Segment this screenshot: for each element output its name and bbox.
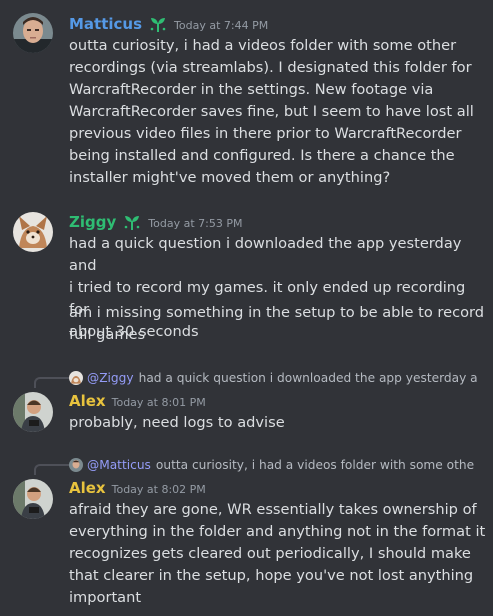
reply-reference[interactable]: @Matticus outta curiosity, i had a video… — [69, 456, 489, 474]
chat-log: Matticus Today at 7:44 PM outta curiosit… — [0, 0, 493, 616]
message-line: WarcraftRecorder in the settings. New fo… — [69, 81, 434, 98]
message-body-followup: am i missing something in the setup to b… — [69, 302, 487, 346]
message-body: afraid they are gone, WR essentially tak… — [69, 499, 487, 609]
message-header: Alex Today at 8:01 PM — [69, 392, 206, 410]
message-line: important — [69, 589, 142, 606]
username-alex[interactable]: Alex — [69, 479, 106, 497]
message-line: recognizes gets cleared out periodically… — [69, 545, 471, 562]
message-line: full games — [69, 326, 146, 343]
timestamp[interactable]: Today at 7:44 PM — [174, 19, 268, 32]
message-body: outta curiosity, i had a videos folder w… — [69, 35, 487, 189]
message-line: being installed and configured. Is there… — [69, 147, 455, 164]
avatar-ziggy-small — [69, 371, 83, 385]
reply-preview[interactable]: had a quick question i downloaded the ap… — [139, 371, 478, 385]
timestamp[interactable]: Today at 8:01 PM — [112, 396, 206, 409]
avatar-ziggy[interactable] — [13, 212, 53, 252]
username-alex[interactable]: Alex — [69, 392, 106, 410]
timestamp[interactable]: Today at 7:53 PM — [148, 217, 242, 230]
message-line: probably, need logs to advise — [69, 414, 285, 431]
reply-reference[interactable]: @Ziggy had a quick question i downloaded… — [69, 369, 489, 387]
message-line: afraid they are gone, WR essentially tak… — [69, 501, 477, 518]
username-ziggy[interactable]: Ziggy — [69, 213, 116, 231]
message-header: Alex Today at 8:02 PM — [69, 479, 206, 497]
message-line: everything in the folder and anything no… — [69, 523, 486, 540]
message-line: recordings (via streamlabs). I designate… — [69, 59, 472, 76]
reply-connector — [34, 464, 70, 475]
message-header: Matticus Today at 7:44 PM — [69, 15, 268, 33]
message-header: Ziggy Today at 7:53 PM — [69, 213, 242, 231]
avatar-matticus-small — [69, 458, 83, 472]
avatar-matticus[interactable] — [13, 13, 53, 53]
reply-connector — [34, 377, 70, 388]
message-body: probably, need logs to advise — [69, 412, 487, 434]
sprout-icon — [148, 15, 168, 33]
message-line: WarcraftRecorder saves fine, but I seem … — [69, 103, 474, 120]
message-line: installer might've moved them or anythin… — [69, 169, 391, 186]
reply-mention[interactable]: @Ziggy — [87, 371, 134, 385]
message-line: am i missing something in the setup to b… — [69, 304, 485, 321]
message-line: outta curiosity, i had a videos folder w… — [69, 37, 457, 54]
message-line: previous video files in there prior to W… — [69, 125, 462, 142]
avatar-alex[interactable] — [13, 479, 53, 519]
reply-preview[interactable]: outta curiosity, i had a videos folder w… — [156, 458, 474, 472]
timestamp[interactable]: Today at 8:02 PM — [112, 483, 206, 496]
sprout-icon — [122, 213, 142, 231]
avatar-alex[interactable] — [13, 392, 53, 432]
message-line: had a quick question i downloaded the ap… — [69, 235, 462, 274]
reply-mention[interactable]: @Matticus — [87, 458, 151, 472]
username-matticus[interactable]: Matticus — [69, 15, 142, 33]
message-line: that clearer in the setup, hope you've n… — [69, 567, 474, 584]
